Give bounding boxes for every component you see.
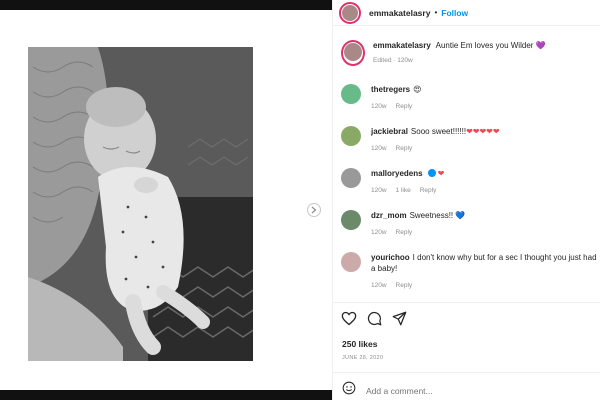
avatar[interactable] <box>341 168 361 188</box>
avatar[interactable] <box>342 4 358 21</box>
comment-text: Sweetness!! <box>409 211 454 220</box>
share-button[interactable] <box>392 311 407 326</box>
avatar[interactable] <box>344 43 362 61</box>
reply-button[interactable]: Reply <box>420 187 437 194</box>
caption: emmakatelasry Auntie Em loves you Wilder… <box>341 40 600 66</box>
paper-plane-icon <box>392 311 407 326</box>
comment-emoji: ❤ <box>437 169 445 178</box>
caption-meta: Edited · 120w <box>373 57 413 64</box>
reply-button[interactable]: Reply <box>396 282 413 289</box>
comment-username[interactable]: dzr_mom <box>371 211 407 220</box>
comment-age: 120w <box>371 282 387 289</box>
post-sidebar: emmakatelasry • Follow emmakatelasry Aun… <box>332 0 600 400</box>
divider <box>333 372 600 373</box>
comment-age: 120w <box>371 229 387 236</box>
comment-button[interactable] <box>367 311 382 326</box>
comment-age: 120w <box>371 187 387 194</box>
comment-likes[interactable]: 1 like <box>396 187 411 194</box>
heart-icon <box>341 311 357 326</box>
comment-item: yourichoo I don't know why but for a sec … <box>341 252 600 291</box>
header-username[interactable]: emmakatelasry <box>369 8 430 18</box>
avatar[interactable] <box>341 210 361 230</box>
smiley-icon <box>342 381 356 395</box>
comment-emoji: 💙 <box>455 211 466 220</box>
verified-badge-icon <box>427 169 436 177</box>
comment-emoji: 😍 <box>413 85 422 94</box>
comment-username[interactable]: yourichoo <box>371 253 410 262</box>
avatar[interactable] <box>341 252 361 272</box>
reply-button[interactable]: Reply <box>396 145 413 152</box>
caption-emoji: 💜 <box>535 41 546 50</box>
caption-username[interactable]: emmakatelasry <box>373 41 431 50</box>
like-button[interactable] <box>341 311 357 326</box>
comment-age: 120w <box>371 103 387 110</box>
baby-photo-illustration <box>28 47 253 361</box>
reply-button[interactable]: Reply <box>396 103 413 110</box>
comment-item: jackiebral Sooo sweet!!!!!!❤❤❤❤❤ 120w Repl… <box>341 126 600 154</box>
avatar[interactable] <box>341 126 361 146</box>
comment-username[interactable]: malloryedens <box>371 169 423 178</box>
comment-item: malloryedens ❤ 120w 1 like Reply <box>341 168 600 196</box>
post-photo[interactable] <box>28 47 253 361</box>
post-header: emmakatelasry • Follow <box>333 0 600 26</box>
comment-emoji: ❤❤❤❤❤ <box>466 127 500 136</box>
post-date: JUNE 28, 2020 <box>342 355 384 361</box>
comment-age: 120w <box>371 145 387 152</box>
comment-item: dzr_mom Sweetness!! 💙 120w Reply <box>341 210 600 238</box>
chevron-right-icon <box>311 206 317 214</box>
post-actions <box>341 311 417 326</box>
add-comment-input[interactable] <box>366 385 566 396</box>
emoji-button[interactable] <box>342 381 356 400</box>
comments-list: emmakatelasry Auntie Em loves you Wilder… <box>333 34 600 306</box>
add-comment-bar <box>342 381 566 400</box>
media-pane <box>0 10 332 390</box>
comment-icon <box>367 311 382 326</box>
follow-button[interactable]: Follow <box>441 8 468 18</box>
comment-username[interactable]: thetregers <box>371 85 410 94</box>
story-ring[interactable] <box>341 40 365 66</box>
bottom-dark-bar <box>0 390 332 400</box>
comment-text: Sooo sweet!!!!!! <box>410 127 467 136</box>
comment-username[interactable]: jackiebral <box>371 127 408 136</box>
next-image-button[interactable] <box>307 203 321 217</box>
avatar[interactable] <box>341 84 361 104</box>
comment-item: thetregers 😍 120w Reply <box>341 84 600 112</box>
separator-dot: • <box>434 8 438 17</box>
likes-count[interactable]: 250 likes <box>342 339 377 349</box>
divider <box>333 302 600 303</box>
caption-text: Auntie Em loves you Wilder <box>435 41 534 50</box>
story-ring[interactable] <box>339 1 361 24</box>
reply-button[interactable]: Reply <box>396 229 413 236</box>
